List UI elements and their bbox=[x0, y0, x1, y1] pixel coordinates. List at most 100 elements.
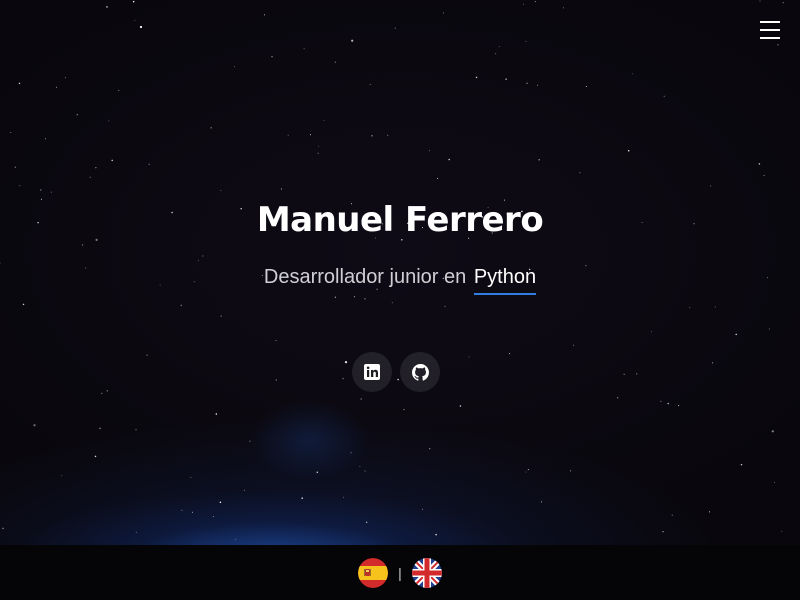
star bbox=[443, 12, 445, 14]
star bbox=[475, 76, 478, 79]
star bbox=[280, 188, 282, 190]
star bbox=[735, 333, 737, 336]
star bbox=[301, 497, 303, 499]
language-footer: | bbox=[0, 545, 800, 600]
star bbox=[219, 501, 222, 504]
star bbox=[317, 152, 319, 154]
star bbox=[526, 82, 528, 84]
star bbox=[689, 307, 691, 308]
star bbox=[391, 302, 393, 304]
menu-bar bbox=[760, 37, 780, 39]
star bbox=[334, 296, 337, 298]
star bbox=[763, 175, 765, 176]
star bbox=[19, 185, 21, 187]
star bbox=[220, 189, 222, 191]
star bbox=[343, 496, 345, 498]
star bbox=[774, 482, 775, 483]
star bbox=[523, 3, 524, 5]
star bbox=[537, 84, 539, 86]
star bbox=[369, 84, 371, 85]
star bbox=[394, 27, 396, 29]
star bbox=[106, 6, 108, 8]
star bbox=[710, 185, 712, 187]
star bbox=[444, 305, 446, 307]
star bbox=[712, 362, 714, 364]
star bbox=[106, 390, 108, 392]
language-es-button[interactable] bbox=[358, 557, 389, 588]
star bbox=[364, 298, 366, 300]
star bbox=[782, 2, 784, 4]
star bbox=[14, 166, 17, 169]
star bbox=[50, 191, 52, 193]
star bbox=[233, 66, 235, 68]
star bbox=[212, 516, 214, 517]
hero-subtitle: Desarrollador junior en Python bbox=[0, 266, 800, 295]
social-links bbox=[352, 352, 440, 392]
star bbox=[243, 489, 245, 491]
star bbox=[249, 440, 251, 442]
star bbox=[81, 244, 84, 246]
star bbox=[111, 159, 113, 162]
star bbox=[459, 405, 462, 407]
star bbox=[541, 501, 542, 503]
star bbox=[435, 533, 437, 536]
star bbox=[264, 14, 265, 16]
hero-name: Manuel Ferrero bbox=[256, 200, 544, 240]
star bbox=[428, 447, 431, 450]
star bbox=[662, 530, 664, 533]
github-icon bbox=[411, 363, 429, 381]
menu-bar bbox=[760, 21, 780, 23]
star bbox=[777, 44, 779, 46]
star bbox=[310, 134, 311, 136]
star bbox=[495, 53, 497, 55]
linkedin-button[interactable] bbox=[352, 352, 392, 392]
star bbox=[94, 455, 97, 458]
star bbox=[570, 470, 572, 472]
star bbox=[351, 39, 354, 42]
star bbox=[99, 427, 101, 430]
star bbox=[667, 402, 669, 405]
hero-section: Manuel Ferrero Desarrollador junior en P… bbox=[0, 0, 800, 545]
star bbox=[317, 145, 319, 147]
star bbox=[215, 413, 218, 415]
star bbox=[563, 7, 565, 9]
star bbox=[579, 172, 581, 174]
star bbox=[148, 163, 150, 165]
star bbox=[468, 356, 470, 358]
star bbox=[44, 138, 46, 140]
star bbox=[135, 429, 137, 431]
star bbox=[781, 530, 783, 532]
star bbox=[197, 260, 199, 262]
hamburger-menu-icon[interactable] bbox=[760, 21, 780, 39]
star bbox=[365, 521, 368, 523]
star bbox=[616, 396, 619, 399]
star bbox=[359, 466, 361, 467]
star bbox=[101, 392, 103, 395]
language-en-button[interactable] bbox=[411, 557, 442, 588]
star bbox=[498, 46, 500, 48]
star bbox=[191, 511, 193, 513]
star bbox=[202, 255, 204, 257]
github-button[interactable] bbox=[400, 352, 440, 392]
star bbox=[509, 353, 511, 355]
star bbox=[95, 167, 97, 169]
uk-flag-icon bbox=[411, 557, 442, 588]
star bbox=[18, 82, 21, 85]
star bbox=[671, 514, 673, 516]
spain-flag-icon bbox=[358, 557, 389, 588]
star bbox=[303, 48, 305, 50]
subtitle-highlight: Python bbox=[473, 266, 537, 295]
star bbox=[61, 475, 63, 477]
star bbox=[89, 176, 91, 178]
star bbox=[636, 373, 638, 375]
star bbox=[759, 0, 761, 2]
star bbox=[403, 409, 405, 411]
star bbox=[139, 25, 143, 29]
star bbox=[437, 177, 439, 179]
star bbox=[190, 476, 192, 478]
star bbox=[678, 405, 680, 407]
star bbox=[623, 373, 625, 375]
star bbox=[709, 511, 710, 513]
star bbox=[651, 331, 653, 333]
star bbox=[360, 398, 362, 400]
